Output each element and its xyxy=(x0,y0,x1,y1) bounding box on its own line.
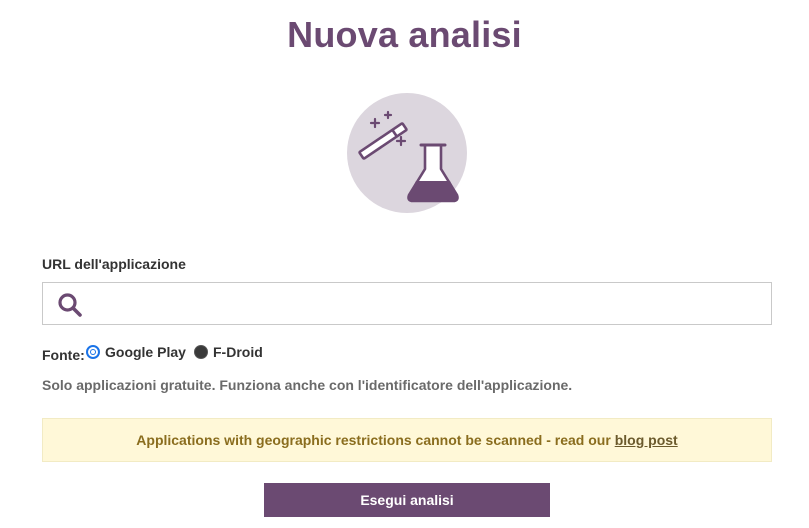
url-hint: Solo applicazioni gratuite. Funziona anc… xyxy=(42,377,573,393)
magic-wand-flask-icon xyxy=(358,110,459,203)
url-input[interactable] xyxy=(93,283,763,324)
notice-text: Applications with geographic restriction… xyxy=(136,432,611,448)
hero-illustration xyxy=(347,93,467,213)
url-label: URL dell'applicazione xyxy=(42,256,186,272)
blog-post-link[interactable]: blog post xyxy=(615,432,678,448)
google-play-radio-label[interactable]: Google Play xyxy=(105,344,186,360)
f-droid-radio-label[interactable]: F-Droid xyxy=(213,344,263,360)
f-droid-radio[interactable] xyxy=(194,345,208,359)
new-analysis-page: Nuova analisi URL dell'applicazione Font… xyxy=(0,0,809,528)
google-play-radio[interactable] xyxy=(86,345,100,359)
run-analysis-button[interactable]: Esegui analisi xyxy=(264,483,550,517)
geo-restriction-notice: Applications with geographic restriction… xyxy=(42,418,772,462)
page-title: Nuova analisi xyxy=(287,14,522,55)
search-icon xyxy=(58,293,82,317)
url-field[interactable] xyxy=(42,282,772,325)
source-label: Fonte: xyxy=(42,347,85,363)
